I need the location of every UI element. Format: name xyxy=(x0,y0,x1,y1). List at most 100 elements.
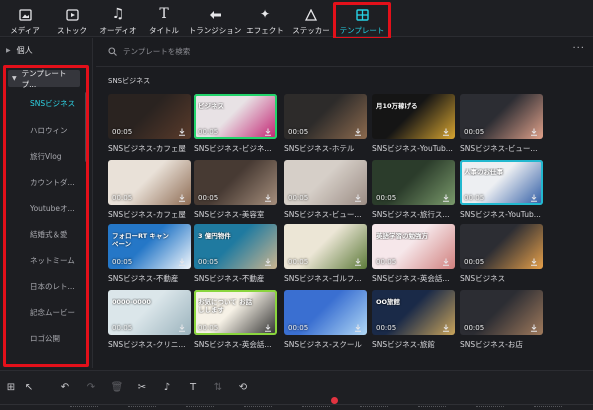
template-thumbnail[interactable]: 月10万稼げる xyxy=(372,94,455,139)
template-thumbnail[interactable]: 0000-0000 00:05 xyxy=(108,290,191,335)
duration-label: 00:05 xyxy=(464,194,485,202)
download-icon[interactable] xyxy=(264,258,272,266)
duration-label: 00:05 xyxy=(198,194,219,202)
audio-stretch-icon[interactable]: ♪ xyxy=(160,380,174,394)
template-card[interactable]: 00:05 SNSビジネス-カフェ屋 xyxy=(108,94,191,154)
download-icon[interactable] xyxy=(530,128,538,136)
download-icon[interactable] xyxy=(354,128,362,136)
template-card[interactable]: OO旅館 00:05 SNSビジネス-旅館 xyxy=(372,290,455,350)
template-card[interactable]: 00:05 SNSビジネス-カフェ屋 xyxy=(108,160,191,220)
scissors-icon[interactable]: ✂ xyxy=(135,380,149,394)
tab-title[interactable]: T タイトル xyxy=(148,0,180,37)
download-icon[interactable] xyxy=(178,324,186,332)
tab-media-label: メディア xyxy=(10,26,40,35)
template-title: SNSビジネス-YouTub... xyxy=(372,144,453,153)
template-card[interactable]: 00:05 SNSビジネス-ホテル xyxy=(284,94,367,154)
text-icon[interactable]: T xyxy=(186,380,200,394)
thumbnail-caption: 3 億円物件 xyxy=(198,232,231,240)
playhead[interactable] xyxy=(331,397,338,404)
layout-icon[interactable]: ⊞ xyxy=(4,380,18,394)
template-title: SNSビジネス-クリニ... xyxy=(108,340,186,349)
duration-label: 00:05 xyxy=(112,194,133,202)
delete-icon[interactable]: 🗑 xyxy=(110,380,124,394)
template-thumbnail[interactable]: ビジネス 00:05 xyxy=(194,94,277,139)
tab-audio-label: オーディオ xyxy=(99,26,137,35)
duration-label: 00:05 xyxy=(112,324,133,332)
tab-media[interactable]: メディア xyxy=(8,0,42,37)
template-card[interactable]: 00:05 SNSビジネス-旅行ス... xyxy=(372,160,455,220)
download-icon[interactable] xyxy=(264,128,272,136)
template-card[interactable]: 00:05 SNSビジネス xyxy=(460,224,543,284)
transition-icon xyxy=(205,7,225,22)
template-thumbnail[interactable]: 00:05 xyxy=(108,160,191,205)
template-card[interactable]: 00:05 SNSビジネス-お店 xyxy=(460,290,543,350)
template-card[interactable]: 00:05 SNSビジネス-ビュー... xyxy=(460,94,543,154)
template-card[interactable]: ビジネス 00:05 SNSビジネス-ビジネ... xyxy=(194,94,277,154)
download-icon[interactable] xyxy=(178,194,186,202)
download-icon[interactable] xyxy=(354,324,362,332)
template-thumbnail[interactable]: お気について お話しします 00:05 xyxy=(194,290,277,335)
tab-stock[interactable]: ストック xyxy=(55,0,89,37)
tab-audio[interactable]: ♫ オーディオ xyxy=(98,0,138,37)
template-thumbnail[interactable]: フォローRT キャンペーン 00:05 xyxy=(108,224,191,269)
download-icon[interactable] xyxy=(264,324,272,332)
download-icon[interactable] xyxy=(442,324,450,332)
template-title: SNSビジネス-お店 xyxy=(460,340,523,349)
download-icon[interactable] xyxy=(178,128,186,136)
select-cursor-icon[interactable]: ↖ xyxy=(22,380,36,394)
redo-icon[interactable]: ↷ xyxy=(84,380,98,394)
thumbnail-caption: 0000-0000 xyxy=(112,298,151,306)
search-placeholder: テンプレートを検索 xyxy=(123,46,191,56)
template-thumbnail[interactable]: 00:05 xyxy=(372,160,455,205)
download-icon[interactable] xyxy=(264,194,272,202)
timeline-ruler[interactable] xyxy=(0,404,593,410)
adjust-icon[interactable]: ⇅ xyxy=(211,380,225,394)
thumbnail-caption: フォローRT キャンペーン xyxy=(112,232,169,248)
template-card[interactable]: 0000-0000 00:05 SNSビジネス-クリニ... xyxy=(108,290,191,350)
template-thumbnail[interactable]: OO旅館 00:05 xyxy=(372,290,455,335)
sidebar-item-personal[interactable]: ▶ 個人 xyxy=(6,43,33,57)
download-icon[interactable] xyxy=(530,324,538,332)
template-thumbnail[interactable]: 00:05 xyxy=(194,160,277,205)
download-icon[interactable] xyxy=(354,194,362,202)
highlight-box-template-tab xyxy=(333,2,391,40)
template-card[interactable]: 00:05 SNSビジネス-スクール xyxy=(284,290,367,350)
download-icon[interactable] xyxy=(442,258,450,266)
template-card[interactable]: 英語学習の勉強方 00:05 SNSビジネス-英会話... xyxy=(372,224,455,284)
template-card[interactable]: お気について お話しします 00:05 SNSビジネス-英会話... xyxy=(194,290,277,350)
undo-icon[interactable]: ↶ xyxy=(58,380,72,394)
template-card[interactable]: 月10万稼げる SNSビジネス-YouTub... xyxy=(372,94,455,154)
template-thumbnail[interactable]: 00:05 xyxy=(284,94,367,139)
template-thumbnail[interactable]: 人事のお仕事 00:05 xyxy=(460,160,543,205)
template-thumbnail[interactable]: 00:05 xyxy=(460,290,543,335)
template-card[interactable]: 人事のお仕事 00:05 SNSビジネス-YouTub... xyxy=(460,160,543,220)
speed-icon[interactable]: ⟲ xyxy=(236,380,250,394)
template-card[interactable]: フォローRT キャンペーン 00:05 SNSビジネス-不動産 xyxy=(108,224,191,284)
template-thumbnail[interactable]: 00:05 xyxy=(108,94,191,139)
download-icon[interactable] xyxy=(442,128,450,136)
template-card[interactable]: 00:05 SNSビジネス-美容室 xyxy=(194,160,277,220)
template-thumbnail[interactable]: 00:05 xyxy=(460,94,543,139)
template-thumbnail[interactable]: 英語学習の勉強方 00:05 xyxy=(372,224,455,269)
template-title: SNSビジネス-ビュー... xyxy=(460,144,538,153)
download-icon[interactable] xyxy=(442,194,450,202)
more-options-icon[interactable]: ··· xyxy=(572,43,585,54)
tab-transition[interactable]: トランジション xyxy=(188,0,242,37)
tab-effects[interactable]: ✦ エフェクト xyxy=(245,0,285,37)
template-thumbnail[interactable]: 00:05 xyxy=(284,290,367,335)
template-card[interactable]: 00:05 SNSビジネス-ビュー... xyxy=(284,160,367,220)
download-icon[interactable] xyxy=(354,258,362,266)
search-input[interactable]: テンプレートを検索 xyxy=(108,44,190,58)
template-thumbnail[interactable]: 3 億円物件 00:05 xyxy=(194,224,277,269)
template-thumbnail[interactable]: 00:05 xyxy=(460,224,543,269)
template-thumbnail[interactable]: 00:05 xyxy=(284,224,367,269)
download-icon[interactable] xyxy=(530,194,538,202)
template-card[interactable]: 3 億円物件 00:05 SNSビジネス-不動産 xyxy=(194,224,277,284)
thumbnail-caption: 月10万稼げる xyxy=(376,102,418,110)
template-card[interactable]: 00:05 SNSビジネス-ゴルフ... xyxy=(284,224,367,284)
download-icon[interactable] xyxy=(530,258,538,266)
download-icon[interactable] xyxy=(178,258,186,266)
divider xyxy=(96,66,593,67)
template-thumbnail[interactable]: 00:05 xyxy=(284,160,367,205)
tab-sticker[interactable]: ステッカー xyxy=(291,0,331,37)
